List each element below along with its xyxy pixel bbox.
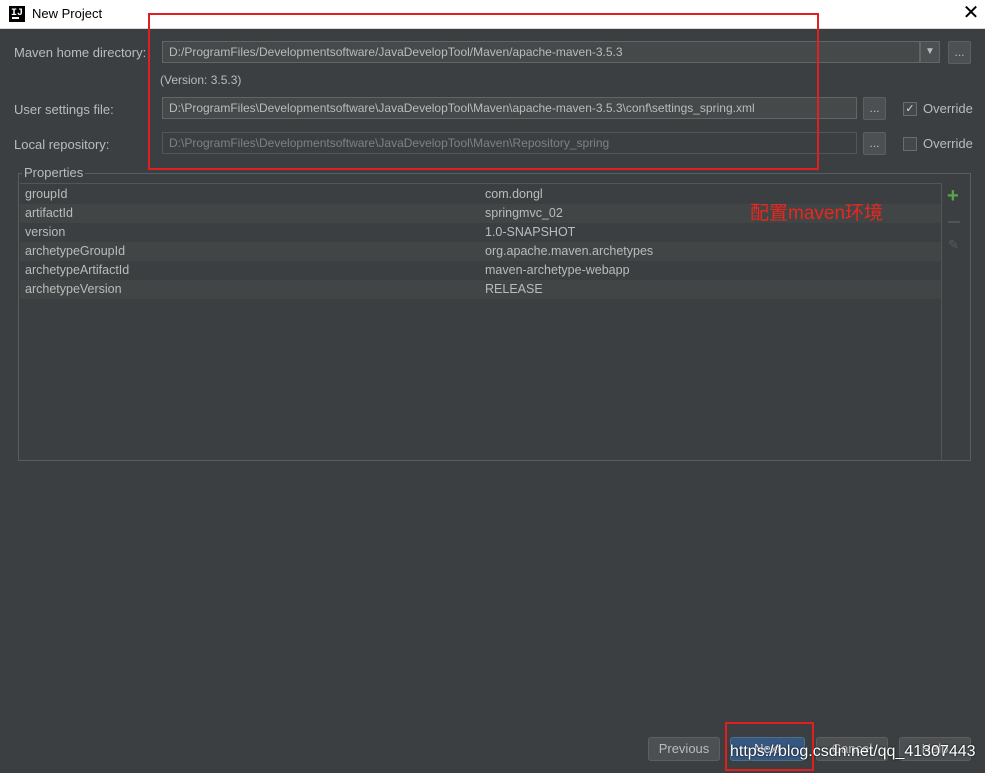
annotation-text: 配置maven环境 (750, 203, 884, 224)
table-row[interactable]: archetypeVersion RELEASE (20, 280, 941, 299)
property-key: groupId (25, 187, 68, 201)
local-repo-browse-button[interactable]: ... (863, 132, 886, 155)
local-repo-label: Local repository: (14, 137, 110, 152)
property-key: archetypeArtifactId (25, 263, 130, 277)
property-key: archetypeGroupId (25, 244, 126, 258)
property-key: artifactId (25, 206, 73, 220)
property-value: org.apache.maven.archetypes (485, 244, 654, 258)
close-icon[interactable]: ✕ (960, 2, 982, 24)
local-repo-field[interactable]: D:\ProgramFiles\Developmentsoftware\Java… (162, 132, 857, 154)
edit-icon[interactable]: ✎ (948, 237, 960, 252)
properties-toolbar (942, 183, 970, 459)
add-icon[interactable]: + (947, 186, 959, 206)
property-value: RELEASE (485, 282, 543, 296)
user-settings-field[interactable]: D:\ProgramFiles\Developmentsoftware\Java… (162, 97, 857, 119)
previous-button[interactable]: Previous (648, 737, 720, 761)
chevron-down-icon[interactable]: ▼ (920, 41, 940, 63)
maven-home-label: Maven home directory: (14, 45, 147, 60)
property-key: version (25, 225, 66, 239)
user-settings-override-checkbox[interactable]: ✓ (903, 102, 917, 116)
property-value: com.dongl (485, 187, 543, 201)
intellij-icon: IJ (9, 6, 25, 22)
properties-title: Properties (22, 165, 86, 180)
title-bar: IJ New Project ✕ (0, 0, 985, 29)
remove-icon[interactable] (948, 221, 960, 223)
property-value: maven-archetype-webapp (485, 263, 630, 277)
table-row[interactable]: archetypeArtifactId maven-archetype-weba… (20, 261, 941, 280)
local-repo-override-label: Override (923, 136, 973, 151)
table-row[interactable]: version 1.0-SNAPSHOT (20, 223, 941, 242)
watermark-text: https://blog.csdn.net/qq_41307443 (730, 743, 976, 760)
local-repo-override-checkbox[interactable] (903, 137, 917, 151)
maven-version-text: (Version: 3.5.3) (160, 73, 242, 87)
property-value: springmvc_02 (485, 206, 563, 220)
user-settings-browse-button[interactable]: ... (863, 97, 886, 120)
table-row[interactable]: archetypeGroupId org.apache.maven.archet… (20, 242, 941, 261)
user-settings-label: User settings file: (14, 102, 114, 117)
property-value: 1.0-SNAPSHOT (485, 225, 576, 239)
user-settings-override-label: Override (923, 101, 973, 116)
property-key: archetypeVersion (25, 282, 122, 296)
maven-home-browse-button[interactable]: ... (948, 41, 971, 64)
maven-home-combo[interactable]: D:/ProgramFiles/Developmentsoftware/Java… (162, 41, 920, 63)
window-title: New Project (32, 6, 103, 21)
